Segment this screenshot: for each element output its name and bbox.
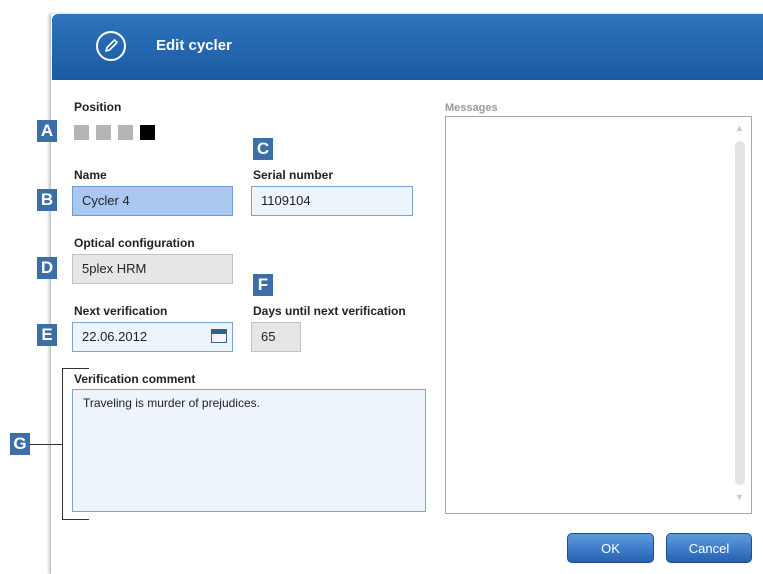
cancel-button[interactable]: Cancel: [666, 533, 752, 563]
days-until-next-verification-label: Days until next verification: [253, 304, 406, 318]
name-input[interactable]: Cycler 4: [72, 186, 233, 216]
marker-a: A: [37, 120, 57, 142]
calendar-icon[interactable]: [211, 329, 227, 343]
position-label: Position: [74, 100, 122, 114]
messages-scrollbar[interactable]: [735, 141, 745, 485]
verification-comment-label: Verification comment: [74, 372, 196, 386]
marker-c: C: [253, 138, 273, 160]
verification-comment-input[interactable]: Traveling is murder of prejudices.: [72, 389, 426, 512]
messages-box: [445, 116, 752, 514]
optical-configuration-field: 5plex HRM: [72, 254, 233, 284]
next-verification-input[interactable]: 22.06.2012: [72, 322, 233, 352]
scroll-up-arrow-icon[interactable]: ▲: [735, 123, 744, 133]
pencil-icon: [96, 31, 126, 61]
position-slot-4[interactable]: [140, 125, 155, 140]
scroll-down-arrow-icon[interactable]: ▼: [735, 492, 744, 502]
dialog-title: Edit cycler: [156, 37, 232, 54]
serial-number-input[interactable]: 1109104: [251, 186, 413, 216]
serial-number-label: Serial number: [253, 168, 334, 182]
position-slot-3[interactable]: [118, 125, 133, 140]
next-verification-label: Next verification: [74, 304, 168, 318]
ok-button[interactable]: OK: [567, 533, 654, 563]
position-slot-2[interactable]: [96, 125, 111, 140]
optical-configuration-label: Optical configuration: [74, 236, 195, 250]
position-slot-1[interactable]: [74, 125, 89, 140]
marker-b: B: [37, 189, 57, 211]
days-until-next-verification-field: 65: [251, 322, 301, 352]
marker-g-bracket: [62, 368, 89, 520]
name-label: Name: [74, 168, 107, 182]
marker-d: D: [37, 257, 57, 279]
marker-g-connector: [30, 444, 62, 445]
messages-label: Messages: [445, 102, 498, 114]
marker-e: E: [37, 324, 57, 346]
marker-f: F: [253, 274, 273, 296]
marker-g: G: [10, 433, 30, 455]
